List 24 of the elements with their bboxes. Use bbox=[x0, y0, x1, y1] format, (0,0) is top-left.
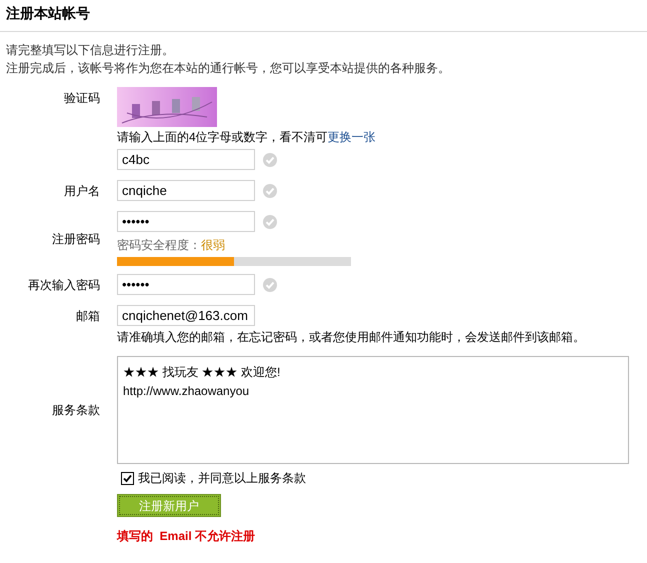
field-label: 注册密码 bbox=[52, 232, 100, 246]
field-label: 验证码 bbox=[64, 91, 100, 105]
email-hint: 请准确填入您的邮箱，在忘记密码，或者您使用邮件通知功能时，会发送邮件到该邮箱。 bbox=[117, 329, 585, 346]
field-label: 服务条款 bbox=[52, 403, 100, 417]
terms-text: http://www.zhaowanyou bbox=[123, 383, 250, 400]
agree-checkbox[interactable] bbox=[121, 472, 134, 484]
terms-text: ★★★ 找玩友 ★★★ 欢迎您! bbox=[123, 364, 282, 381]
error-message: 填写的 Email 不允许注册 bbox=[117, 528, 256, 545]
intro-text: 注册完成后，该帐号将作为您在本站的通行帐号，您可以享受本站提供的各种服务。 bbox=[6, 60, 451, 77]
intro-text: 请完整填写以下信息进行注册。 bbox=[6, 42, 175, 59]
input-field[interactable]: c4bc bbox=[117, 149, 255, 170]
input-field[interactable]: •••••• bbox=[117, 274, 255, 295]
agree-label: 我已阅读，并同意以上服务条款 bbox=[138, 470, 306, 487]
captcha-hint: 请输入上面的4位字母或数字，看不清可更换一张 bbox=[117, 129, 376, 146]
strength-text: 密码安全程度：很弱 bbox=[117, 237, 226, 254]
input-field[interactable]: cnqichenet@163.com bbox=[117, 305, 255, 326]
terms-textbox[interactable]: ★★★ 找玩友 ★★★ 欢迎您! http://www.zhaowanyou bbox=[117, 356, 629, 464]
refresh-link[interactable]: 更换一张 bbox=[328, 130, 376, 144]
field-label: 用户名 bbox=[64, 184, 100, 198]
page-title: 注册本站帐号 bbox=[6, 4, 91, 23]
field-label: 邮箱 bbox=[76, 309, 100, 323]
field-label: 再次输入密码 bbox=[28, 278, 100, 292]
input-field[interactable]: cnqiche bbox=[117, 180, 255, 201]
input-field[interactable]: •••••• bbox=[117, 211, 255, 232]
